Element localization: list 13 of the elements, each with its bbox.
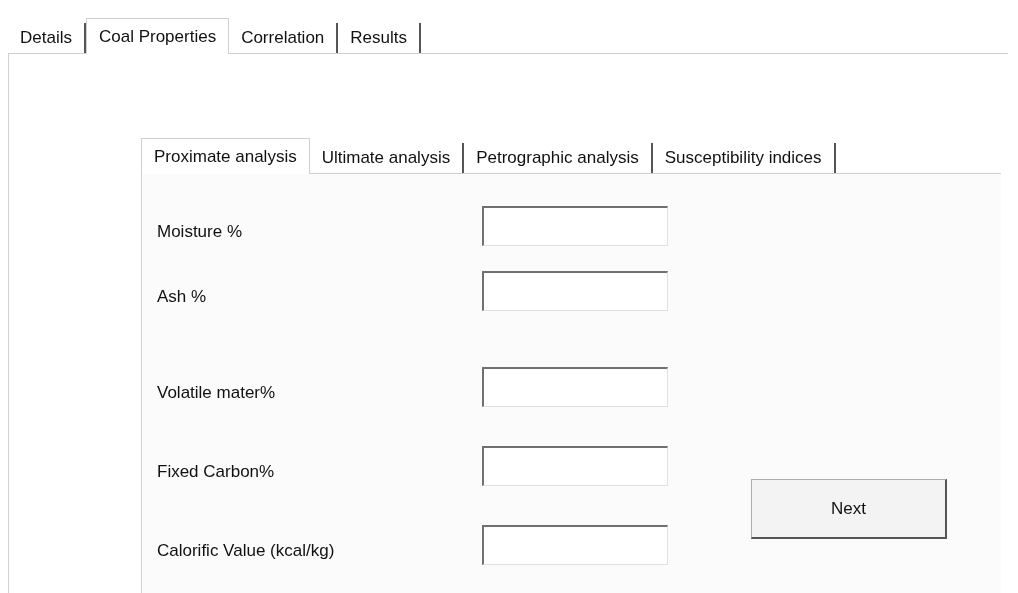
field-label: Ash % <box>157 286 208 309</box>
field-label: Volatile mater% <box>157 382 277 405</box>
input-field[interactable] <box>482 446 668 486</box>
next-button[interactable]: Next <box>751 479 947 539</box>
input-field[interactable] <box>482 367 668 407</box>
field-label: Fixed Carbon% <box>157 461 276 484</box>
field-label: Moisture % <box>157 221 244 244</box>
field-label: Calorific Value (kcal/kg) <box>157 540 336 563</box>
input-field[interactable] <box>482 525 668 565</box>
tab[interactable]: Coal Properties <box>85 18 230 54</box>
input-field[interactable] <box>482 271 668 311</box>
tab[interactable]: Proximate analysis <box>141 138 310 174</box>
input-field[interactable] <box>482 206 668 246</box>
